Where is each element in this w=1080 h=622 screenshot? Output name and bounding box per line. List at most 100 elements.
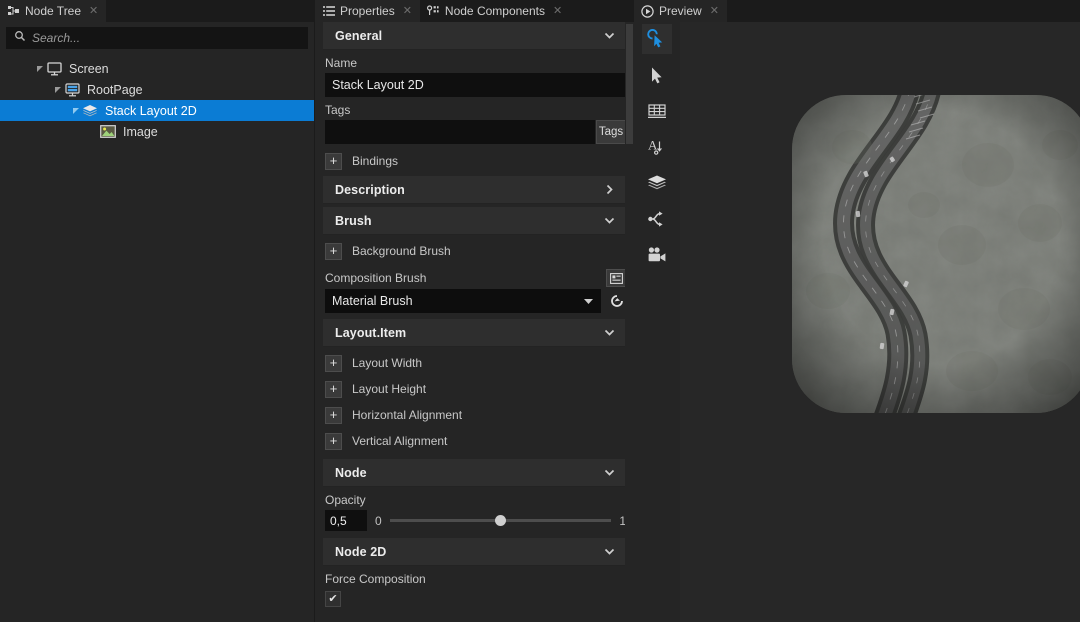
opacity-label: Opacity: [315, 487, 634, 510]
search-box[interactable]: [6, 27, 308, 49]
tree-item-screen[interactable]: Screen: [0, 58, 314, 79]
twisty-none: [88, 126, 99, 137]
horizontal-alignment-row: + Horizontal Alignment: [315, 402, 634, 428]
opacity-min-label: 0: [375, 514, 382, 528]
add-layout-height-button[interactable]: +: [325, 381, 342, 398]
properties-icon: [322, 5, 335, 18]
chevron-down-icon[interactable]: [602, 214, 616, 228]
add-binding-button[interactable]: +: [325, 153, 342, 170]
section-brush: Brush: [323, 207, 626, 235]
force-composition-label: Force Composition: [315, 566, 634, 589]
layout-width-label: Layout Width: [352, 356, 422, 370]
twisty-collapse-icon[interactable]: [52, 84, 63, 95]
chevron-right-icon[interactable]: [602, 183, 616, 197]
add-vertical-alignment-button[interactable]: +: [325, 433, 342, 450]
tab-properties-label: Properties: [340, 4, 395, 18]
tab-properties[interactable]: Properties ✕: [315, 0, 420, 22]
preview-image: [792, 95, 1080, 413]
composition-brush-label: Composition Brush: [325, 271, 426, 285]
editor-icon[interactable]: [606, 269, 626, 287]
search-input[interactable]: [32, 31, 300, 45]
properties-tabbar: Properties ✕ Node Components ✕: [315, 0, 634, 22]
layout-width-row: + Layout Width: [315, 350, 634, 376]
add-horizontal-alignment-button[interactable]: +: [325, 407, 342, 424]
node-tree-tabbar: Node Tree ✕: [0, 0, 314, 22]
chevron-down-icon[interactable]: [602, 29, 616, 43]
layout-height-row: + Layout Height: [315, 376, 634, 402]
close-icon[interactable]: ✕: [89, 6, 98, 17]
section-description: Description: [323, 176, 626, 204]
layers-tool[interactable]: [642, 168, 672, 198]
bindings-label: Bindings: [352, 154, 398, 168]
image-icon: [99, 124, 117, 140]
name-input[interactable]: Stack Layout 2D: [325, 73, 626, 97]
tags-input[interactable]: [325, 120, 595, 144]
grid-tool[interactable]: [642, 96, 672, 126]
select-arrow-tool[interactable]: [642, 60, 672, 90]
tab-node-components[interactable]: Node Components ✕: [420, 0, 570, 22]
properties-scrollbar[interactable]: [625, 22, 634, 622]
tree-item-stack-layout-2d[interactable]: Stack Layout 2D: [0, 100, 314, 121]
tags-button[interactable]: Tags: [596, 120, 626, 144]
twisty-collapse-icon[interactable]: [70, 105, 81, 116]
slider-knob[interactable]: [495, 515, 506, 526]
properties-content: General Name Stack Layout 2D Tags Tags +…: [315, 22, 634, 622]
chevron-down-icon[interactable]: [602, 466, 616, 480]
section-description-header[interactable]: Description: [323, 176, 626, 204]
twisty-collapse-icon[interactable]: [34, 63, 45, 74]
close-icon[interactable]: ✕: [553, 6, 562, 17]
check-icon: ✔: [328, 594, 337, 605]
chevron-down-icon[interactable]: [602, 326, 616, 340]
node-components-icon: [427, 5, 440, 18]
tab-node-components-label: Node Components: [445, 4, 545, 18]
name-field-row: Stack Layout 2D: [315, 73, 634, 97]
tree-item-label: Stack Layout 2D: [105, 104, 197, 118]
section-node-2d-header[interactable]: Node 2D: [323, 538, 626, 566]
section-layout-item-header[interactable]: Layout.Item: [323, 319, 626, 347]
camera-tool[interactable]: [642, 240, 672, 270]
scrollbar-thumb[interactable]: [626, 24, 633, 144]
properties-panel: Properties ✕ Node Components ✕: [314, 0, 634, 622]
section-brush-header[interactable]: Brush: [323, 207, 626, 235]
tab-node-tree[interactable]: Node Tree ✕: [0, 0, 106, 22]
node-tree-search-area: [0, 22, 314, 54]
tab-preview[interactable]: Preview ✕: [634, 0, 727, 22]
text-tool[interactable]: A: [642, 132, 672, 162]
section-title: Description: [335, 183, 405, 197]
composition-brush-row: Material Brush: [315, 289, 634, 313]
bindings-row: + Bindings: [315, 148, 634, 174]
vertical-alignment-label: Vertical Alignment: [352, 434, 447, 448]
composition-brush-select[interactable]: Material Brush: [325, 289, 601, 313]
node-tree-panel: Node Tree ✕: [0, 0, 314, 622]
screen-icon: [45, 61, 63, 77]
tab-preview-label: Preview: [659, 4, 702, 18]
transitions-tool[interactable]: [642, 204, 672, 234]
force-composition-row: ✔: [315, 589, 634, 607]
pick-cursor-tool[interactable]: [642, 24, 672, 54]
chevron-down-icon[interactable]: [583, 294, 594, 308]
preview-canvas[interactable]: [680, 22, 1080, 622]
section-node-header[interactable]: Node: [323, 459, 626, 487]
opacity-value-input[interactable]: 0,5: [325, 510, 367, 531]
tree-item-image[interactable]: Image: [0, 121, 314, 142]
layout-height-label: Layout Height: [352, 382, 426, 396]
close-icon[interactable]: ✕: [710, 6, 719, 17]
force-composition-checkbox[interactable]: ✔: [325, 591, 341, 607]
opacity-row: 0,5 0 1: [315, 510, 634, 531]
name-label: Name: [315, 50, 634, 73]
close-icon[interactable]: ✕: [403, 6, 412, 17]
section-general-header[interactable]: General: [323, 22, 626, 50]
tree-item-rootpage[interactable]: RootPage: [0, 79, 314, 100]
chevron-down-icon[interactable]: [602, 545, 616, 559]
tags-field-row: Tags: [315, 120, 634, 144]
search-icon: [14, 29, 26, 47]
add-background-brush-button[interactable]: +: [325, 243, 342, 260]
play-circle-icon: [641, 5, 654, 18]
reset-icon[interactable]: [608, 292, 626, 310]
section-node: Node: [323, 459, 626, 487]
section-title: Node: [335, 466, 367, 480]
vertical-alignment-row: + Vertical Alignment: [315, 428, 634, 454]
add-layout-width-button[interactable]: +: [325, 355, 342, 372]
opacity-slider[interactable]: [390, 514, 612, 528]
tab-node-tree-label: Node Tree: [25, 4, 81, 18]
